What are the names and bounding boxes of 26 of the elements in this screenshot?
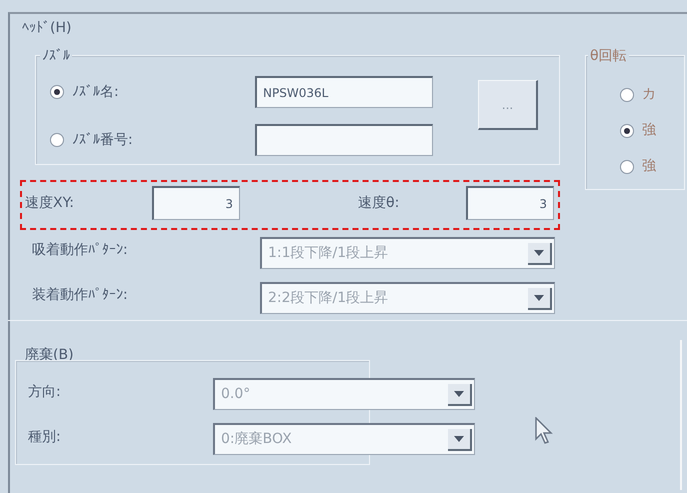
radio-option[interactable]: カ [620,84,656,105]
mouse-cursor-icon [535,417,555,445]
group-title: 廃棄(B) [25,346,74,365]
number-field[interactable]: 3 [152,186,240,220]
radio-option[interactable]: ﾉｽﾞﾙ名: [50,82,255,102]
radio-option[interactable]: 強 [620,120,656,141]
field-label: 方向: [28,383,61,402]
text-field[interactable]: NPSW036L [255,76,433,108]
field-label: 吸着動作ﾊﾟﾀｰﾝ: [32,241,128,260]
field-label: 速度XY: [25,194,74,213]
number-field[interactable]: 3 [466,186,554,220]
field-label: 装着動作ﾊﾟﾀｰﾝ: [32,286,128,305]
dropdown[interactable]: 0:廃棄BOX [213,423,475,455]
caret-icon [534,294,544,300]
field-label: 速度θ: [358,194,400,213]
dropdown[interactable]: 2:2段下降/1段上昇 [260,282,555,314]
dropdown[interactable]: 1:1段下降/1段上昇 [260,237,555,269]
radio-option[interactable]: ﾉｽﾞﾙ番号: [50,130,255,150]
dropdown[interactable]: 0.0° [213,378,475,410]
browse-button[interactable]: ... [478,80,538,130]
radio-option[interactable]: 強 [620,156,656,177]
caret-icon [534,250,544,256]
field-label: 種別: [28,428,61,447]
caret-icon [454,436,464,442]
caret-icon [454,390,464,396]
text-field[interactable] [255,124,433,156]
